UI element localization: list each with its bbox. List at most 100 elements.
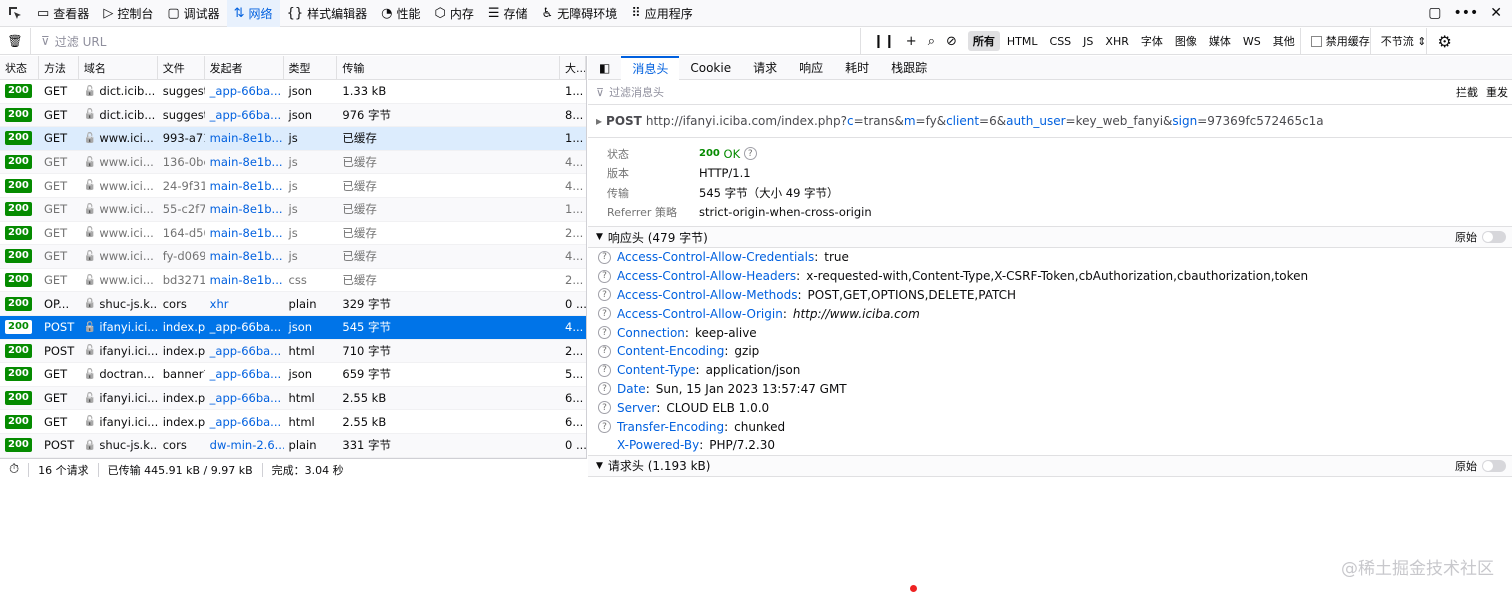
response-headers-section[interactable]: ▼ 响应头 (479 字节) 原始 <box>588 226 1512 248</box>
col-domain[interactable]: 域名 <box>79 56 158 79</box>
tab-storage[interactable]: ☰ 存储 <box>481 0 535 27</box>
close-icon[interactable]: ✕ <box>1490 5 1502 21</box>
table-row[interactable]: 200 GET 🔓 dict.icib... suggest _app-66ba... js… <box>0 103 586 128</box>
details-tab-1[interactable]: Cookie <box>679 56 742 80</box>
initiator-cell[interactable]: main-8e1b... <box>205 222 284 245</box>
initiator-cell[interactable]: main-8e1b... <box>205 151 284 174</box>
details-tab-5[interactable]: 栈跟踪 <box>880 56 938 80</box>
help-icon[interactable]: ? <box>598 420 611 434</box>
tab-style-editor[interactable]: {} 样式编辑器 <box>280 0 375 27</box>
col-transfer[interactable]: 传输 <box>337 56 560 79</box>
timer-icon[interactable]: ⏱ <box>0 462 30 477</box>
pause-icon[interactable]: ❙❙ <box>873 34 895 49</box>
initiator-cell[interactable]: main-8e1b... <box>205 174 284 197</box>
initiator-cell[interactable]: _app-66ba... <box>205 80 284 103</box>
cache-toggle[interactable]: 禁用缓存 <box>1299 27 1370 55</box>
tab-inspector[interactable]: ▭ 查看器 <box>30 0 96 27</box>
type-filter-6[interactable]: 图像 <box>1170 31 1202 51</box>
initiator-cell[interactable]: _app-66ba... <box>205 410 284 433</box>
initiator-cell[interactable]: _app-66ba... <box>205 104 284 127</box>
tab-debugger[interactable]: ▢ 调试器 <box>160 0 226 27</box>
block-icon[interactable]: ⊘ <box>946 34 957 49</box>
type-filter-8[interactable]: WS <box>1238 33 1266 50</box>
table-row[interactable]: 200 GET 🔓www.ici... 993-a71main-8e1b... js 已缓… <box>0 127 586 151</box>
col-initiator[interactable]: 发起者 <box>205 56 284 79</box>
initiator-cell[interactable]: _app-66ba... <box>205 340 284 363</box>
table-row[interactable]: 200 GET 🔓 dict.icib... suggest _app-66ba... js… <box>0 80 586 104</box>
help-icon[interactable]: ? <box>598 288 611 302</box>
table-row[interactable]: 200 POST 🔓ifanyi.ici... index.ph_app-66ba..… <box>0 339 586 364</box>
type-filter-1[interactable]: HTML <box>1002 33 1043 50</box>
help-icon[interactable]: ? <box>598 269 611 283</box>
col-file[interactable]: 文件 <box>158 56 205 79</box>
col-method[interactable]: 方法 <box>39 56 79 79</box>
col-type[interactable]: 类型 <box>284 56 338 79</box>
table-row[interactable]: 200 GET 🔓 www.ici... fy-d069 main-8e1b... js 已缓… <box>0 245 586 269</box>
help-icon[interactable]: ? <box>598 326 611 340</box>
tab-memory[interactable]: ⬡ 内存 <box>427 0 480 27</box>
raw-toggle[interactable] <box>1482 231 1506 243</box>
request-headers-section[interactable]: ▼ 请求头 (1.193 kB) 原始 <box>588 454 1512 477</box>
resend-button[interactable]: 重发 <box>1486 84 1508 100</box>
element-picker-icon[interactable] <box>0 0 30 27</box>
type-filter-4[interactable]: XHR <box>1100 33 1133 50</box>
table-row[interactable]: 200 POST 🔓ifanyi.ici... index.ph_app-66ba..… <box>0 315 586 340</box>
tab-performance[interactable]: ◔ 性能 <box>374 0 427 27</box>
type-filter-5[interactable]: 字体 <box>1136 31 1168 51</box>
table-row[interactable]: 200 GET 🔓ifanyi.ici... index.ph_app-66ba...… <box>0 410 586 434</box>
tab-application[interactable]: ⠿ 应用程序 <box>624 0 700 27</box>
initiator-cell[interactable]: main-8e1b... <box>205 245 284 268</box>
help-icon[interactable]: ? <box>598 363 611 377</box>
url-filter-input[interactable]: ⊽ 过滤 URL <box>30 27 860 55</box>
initiator-cell[interactable]: main-8e1b... <box>205 127 284 150</box>
table-row[interactable]: 200 GET 🔓www.ici... 136-0bemain-8e1b... js 已缓… <box>0 150 586 175</box>
raw-toggle[interactable] <box>1482 459 1506 472</box>
table-row[interactable]: 200 GET 🔓ifanyi.ici... index.ph_app-66ba...… <box>0 386 586 411</box>
settings-icon[interactable]: ⚙ <box>1426 27 1452 55</box>
table-row[interactable]: 200 OP... 🔒 shuc-js.k... cors xhr plain 329 字节 0… <box>0 292 586 316</box>
help-icon[interactable]: ? <box>598 344 611 358</box>
help-icon[interactable]: ? <box>598 250 611 264</box>
disable-cache-checkbox[interactable] <box>1310 35 1322 47</box>
tab-accessibility[interactable]: ♿ 无障碍环境 <box>535 0 625 27</box>
table-row[interactable]: 200 GET 🔓www.ici... 24-9f31lmain-8e1b... js 已… <box>0 174 586 198</box>
details-tab-2[interactable]: 请求 <box>742 56 788 80</box>
type-filter-0[interactable]: 所有 <box>967 31 1000 51</box>
expand-icon[interactable]: ▸ <box>596 114 602 128</box>
help-icon[interactable]: ? <box>598 401 611 415</box>
initiator-cell[interactable]: _app-66ba... <box>205 363 284 386</box>
dock-icon[interactable]: ▢ <box>1428 5 1441 21</box>
initiator-cell[interactable]: dw-min-2.6... <box>205 434 284 457</box>
help-icon[interactable]: ? <box>598 307 611 321</box>
initiator-cell[interactable]: xhr <box>205 292 284 315</box>
type-filter-9[interactable]: 其他 <box>1268 31 1300 51</box>
tab-console[interactable]: ▷ 控制台 <box>96 0 160 27</box>
header-filter-input[interactable]: ⊽ 过滤消息头 拦截 重发 <box>588 80 1512 105</box>
throttle-select[interactable]: 不节流 ⇕ <box>1369 27 1426 55</box>
help-icon[interactable]: ? <box>743 147 757 161</box>
col-status[interactable]: 状态 <box>0 56 39 79</box>
type-filter-3[interactable]: JS <box>1078 33 1098 50</box>
initiator-cell[interactable]: _app-66ba... <box>205 316 284 339</box>
search-icon[interactable]: ⌕ <box>928 34 935 49</box>
table-row[interactable]: 200 GET 🔓www.ici... 164-d50main-8e1b... js 已缓… <box>0 222 586 246</box>
help-icon[interactable]: ? <box>598 382 611 396</box>
tab-network[interactable]: ⇅ 网络 <box>226 0 280 27</box>
table-row[interactable]: 200 GET 🔓doctran... banner?_app-66ba... json… <box>0 363 586 387</box>
table-row[interactable]: 200 GET 🔓www.ici... bd32715main-8e1b... css 已… <box>0 269 586 293</box>
details-tab-4[interactable]: 耗时 <box>834 56 880 80</box>
col-size[interactable]: 大... <box>560 56 586 79</box>
initiator-cell[interactable]: _app-66ba... <box>205 387 284 410</box>
type-filter-2[interactable]: CSS <box>1045 33 1077 50</box>
trash-icon[interactable]: 🗑 <box>0 34 30 48</box>
add-icon[interactable]: + <box>906 34 917 49</box>
details-tab-0[interactable]: 消息头 <box>621 56 680 80</box>
toggle-panel-icon[interactable]: ◧ <box>588 56 621 80</box>
initiator-cell[interactable]: main-8e1b... <box>205 198 284 221</box>
table-row[interactable]: 200 POST 🔒 shuc-js.k... cors dw-min-2.6... pla… <box>0 433 586 458</box>
more-icon[interactable]: ••• <box>1453 5 1478 21</box>
initiator-cell[interactable]: main-8e1b... <box>205 269 284 292</box>
details-tab-3[interactable]: 响应 <box>788 56 834 80</box>
type-filter-7[interactable]: 媒体 <box>1204 31 1236 51</box>
block-button[interactable]: 拦截 <box>1456 84 1478 100</box>
